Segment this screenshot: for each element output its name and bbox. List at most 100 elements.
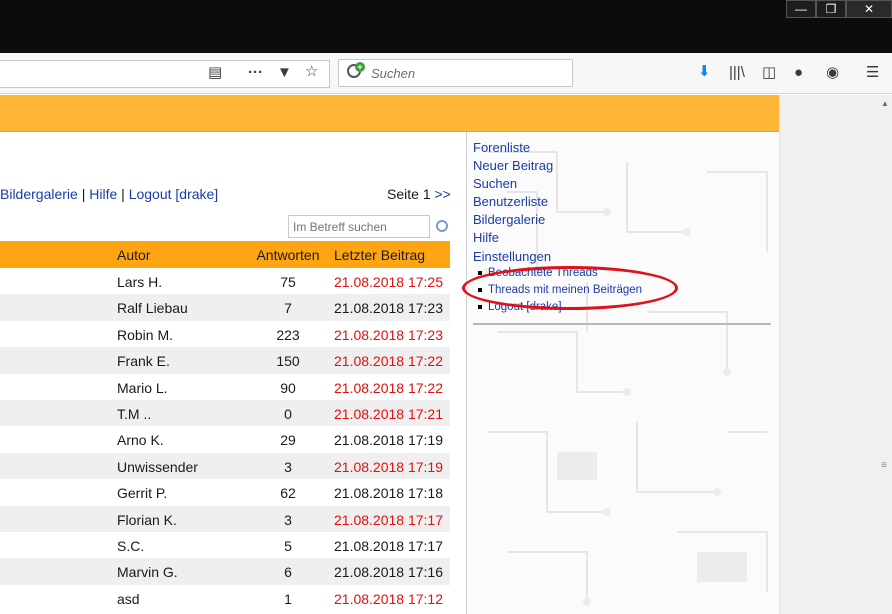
- scroll-grip-icon[interactable]: ≡: [881, 460, 887, 471]
- cell-letzter-beitrag: 21.08.2018 17:21: [334, 405, 443, 422]
- sidebar-link-benutzerliste[interactable]: Benutzerliste: [473, 194, 548, 209]
- table-row[interactable]: T.M .. 0 21.08.2018 17:21: [0, 399, 450, 427]
- sidebar-divider: [473, 323, 771, 325]
- pocket-icon[interactable]: ▼: [277, 65, 292, 81]
- cell-autor: Marvin G.: [117, 564, 178, 581]
- sidebar-link-einstellungen[interactable]: Einstellungen: [473, 249, 551, 264]
- cell-antworten: 1: [284, 590, 292, 607]
- cell-letzter-beitrag: 21.08.2018 17:12: [334, 590, 443, 607]
- cell-autor: Frank E.: [117, 353, 170, 370]
- nav-link-bildergalerie[interactable]: Bildergalerie: [0, 186, 78, 202]
- cell-antworten: 75: [280, 274, 296, 290]
- nav-link-hilfe[interactable]: Hilfe: [89, 186, 117, 202]
- cell-antworten: 6: [284, 564, 292, 581]
- pager: Seite 1 >>: [387, 186, 451, 202]
- table-row[interactable]: Unwissender 3 21.08.2018 17:19: [0, 452, 450, 480]
- pager-current: 1: [422, 186, 431, 202]
- cell-autor: S.C.: [117, 537, 145, 554]
- cell-letzter-beitrag: 21.08.2018 17:23: [334, 326, 443, 343]
- subject-search-icon[interactable]: [436, 220, 448, 232]
- downloads-icon[interactable]: ⬇: [698, 64, 711, 80]
- sidebar-link-suchen[interactable]: Suchen: [473, 176, 517, 191]
- cell-autor: Gerrit P.: [117, 485, 168, 502]
- nav-link-logout[interactable]: Logout [drake]: [129, 186, 219, 202]
- forum-navline: Bildergalerie | Hilfe | Logout [drake]: [0, 186, 218, 202]
- threads-table: Autor Antworten Letzter Beitrag Lars H. 7…: [0, 241, 450, 611]
- close-button[interactable]: ✕: [846, 0, 892, 18]
- cell-antworten: 3: [284, 458, 292, 475]
- sidebar-link-bildergalerie[interactable]: Bildergalerie: [473, 212, 545, 227]
- cell-autor: T.M ..: [117, 405, 152, 422]
- library-icon[interactable]: |||\: [729, 65, 745, 81]
- cell-autor: Ralf Liebau: [117, 300, 188, 317]
- minimize-button[interactable]: —: [786, 0, 816, 18]
- cell-autor: Mario L.: [117, 379, 168, 396]
- sidebar-link-neuer-beitrag[interactable]: Neuer Beitrag: [473, 158, 553, 173]
- sidebar-link-hilfe[interactable]: Hilfe: [473, 230, 499, 245]
- table-row[interactable]: Marvin G. 6 21.08.2018 17:16: [0, 558, 450, 585]
- pager-next-link[interactable]: >>: [435, 186, 451, 202]
- table-row[interactable]: Arno K. 29 21.08.2018 17:19: [0, 426, 450, 452]
- table-row[interactable]: Lars H. 75 21.08.2018 17:25: [0, 268, 450, 294]
- cell-letzter-beitrag: 21.08.2018 17:16: [334, 564, 443, 581]
- header-letzter-beitrag: Letzter Beitrag: [334, 247, 426, 263]
- table-row[interactable]: Ralf Liebau 7 21.08.2018 17:23: [0, 294, 450, 321]
- reader-view-icon[interactable]: ▤: [208, 65, 222, 81]
- cell-autor: Arno K.: [117, 432, 164, 449]
- cell-letzter-beitrag: 21.08.2018 17:17: [334, 511, 443, 528]
- account-icon[interactable]: ◉: [826, 65, 839, 81]
- cell-autor: asd: [117, 590, 140, 607]
- cell-antworten: 5: [284, 537, 292, 554]
- table-row[interactable]: asd 1 21.08.2018 17:12: [0, 585, 450, 611]
- cell-antworten: 62: [280, 485, 296, 502]
- highlight-ellipse: [462, 266, 678, 310]
- cell-letzter-beitrag: 21.08.2018 17:19: [334, 458, 443, 475]
- menu-icon[interactable]: ☰: [866, 65, 879, 81]
- cell-letzter-beitrag: 21.08.2018 17:25: [334, 274, 443, 290]
- cell-antworten: 150: [276, 353, 300, 370]
- bullet-icon: [478, 304, 482, 309]
- cell-antworten: 3: [284, 511, 292, 528]
- table-row[interactable]: Mario L. 90 21.08.2018 17:22: [0, 374, 450, 400]
- forum-banner: [0, 95, 779, 132]
- scroll-up-icon[interactable]: ▲: [881, 99, 889, 108]
- subject-search-input[interactable]: [288, 215, 430, 238]
- add-search-icon: +: [355, 62, 365, 72]
- table-row[interactable]: Frank E. 150 21.08.2018 17:22: [0, 347, 450, 374]
- table-header: Autor Antworten Letzter Beitrag: [0, 241, 450, 268]
- cell-letzter-beitrag: 21.08.2018 17:22: [334, 353, 443, 370]
- cell-autor: Lars H.: [117, 274, 163, 290]
- extensions-icon[interactable]: ●: [794, 65, 803, 81]
- table-body: Lars H. 75 21.08.2018 17:25 Ralf Liebau 7 21.…: [0, 268, 450, 611]
- header-autor: Autor: [117, 247, 151, 263]
- cell-autor: Unwissender: [117, 458, 198, 475]
- cell-autor: Florian K.: [117, 511, 177, 528]
- header-antworten: Antworten: [256, 247, 320, 263]
- search-placeholder: Suchen: [371, 66, 416, 81]
- table-row[interactable]: S.C. 5 21.08.2018 17:17: [0, 532, 450, 558]
- table-row[interactable]: Gerrit P. 62 21.08.2018 17:18: [0, 479, 450, 505]
- scrollbar[interactable]: ▲ ≡: [779, 95, 892, 614]
- cell-autor: Robin M.: [117, 326, 174, 343]
- cell-letzter-beitrag: 21.08.2018 17:22: [334, 379, 443, 396]
- bookmark-star-icon[interactable]: ☆: [305, 64, 318, 80]
- nav-separator: |: [81, 186, 86, 202]
- restore-button[interactable]: ❐: [816, 0, 846, 18]
- cell-letzter-beitrag: 21.08.2018 17:23: [334, 300, 443, 317]
- cell-antworten: 7: [284, 300, 292, 317]
- sidebar-icon[interactable]: ◫: [762, 65, 776, 81]
- cell-antworten: 223: [276, 326, 300, 343]
- table-row[interactable]: Florian K. 3 21.08.2018 17:17: [0, 505, 450, 532]
- cell-letzter-beitrag: 21.08.2018 17:18: [334, 485, 443, 502]
- scrollbar-track[interactable]: [880, 95, 892, 614]
- cell-antworten: 0: [284, 405, 292, 422]
- search-input[interactable]: + Suchen: [338, 59, 573, 87]
- sidebar-link-forenliste[interactable]: Forenliste: [473, 140, 530, 155]
- cell-letzter-beitrag: 21.08.2018 17:19: [334, 432, 443, 449]
- cell-antworten: 29: [280, 432, 296, 449]
- table-row[interactable]: Robin M. 223 21.08.2018 17:23: [0, 321, 450, 347]
- window-titlebar: — ❐ ✕: [0, 0, 892, 53]
- more-icon[interactable]: ···: [248, 65, 263, 81]
- nav-separator: |: [121, 186, 125, 202]
- cell-letzter-beitrag: 21.08.2018 17:17: [334, 537, 443, 554]
